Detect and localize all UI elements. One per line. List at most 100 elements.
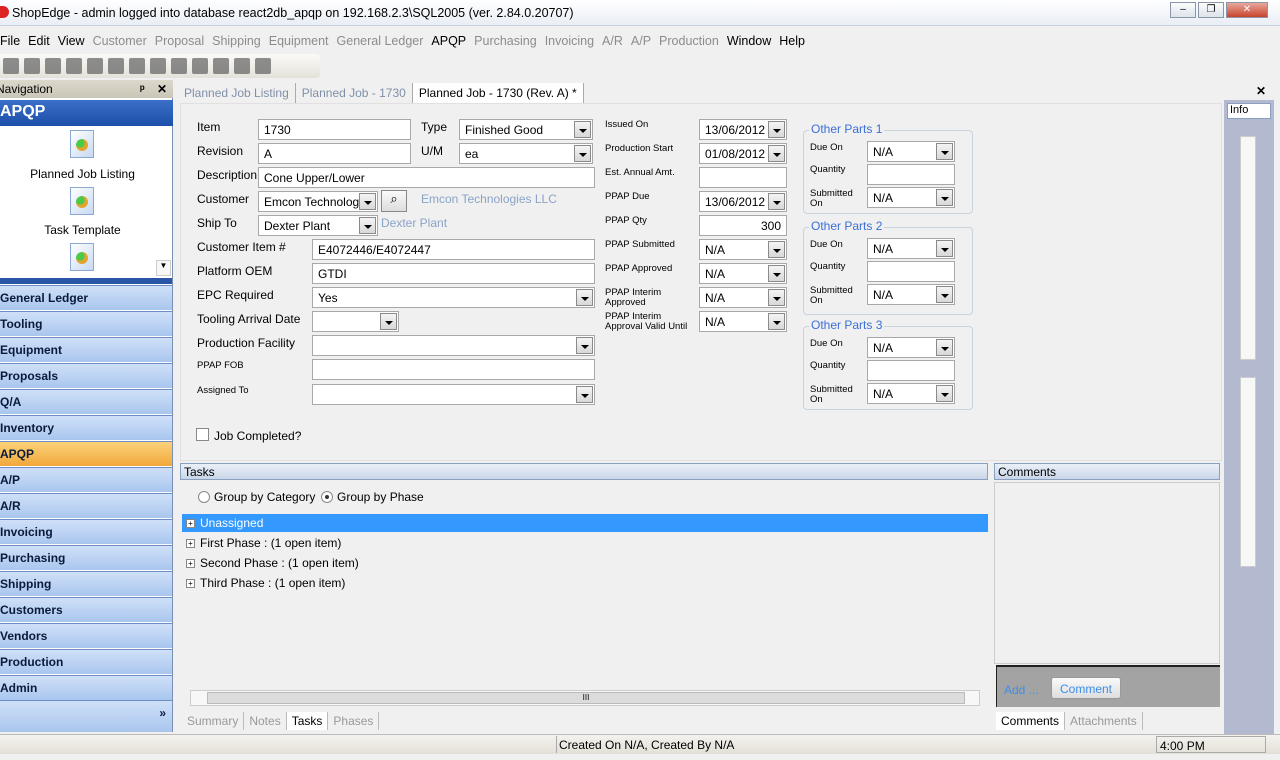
edit-icon[interactable] — [255, 58, 271, 74]
new-icon[interactable] — [3, 58, 19, 74]
type-chevron-down-icon[interactable] — [574, 121, 591, 138]
comments-tab-comments[interactable]: Comments — [996, 712, 1066, 730]
other-parts-3-submitted-on-dropdown[interactable]: N/A — [867, 383, 955, 404]
other-parts-2-due-on-chevron-down-icon[interactable] — [936, 240, 953, 257]
issued-on-dropdown[interactable]: 13/06/2012 — [699, 119, 787, 140]
nav-group-admin[interactable]: Admin — [0, 675, 172, 700]
customer-link[interactable]: Emcon Technologies LLC — [421, 192, 557, 206]
menu-a-r[interactable]: A/R — [598, 31, 627, 51]
customer-item-field[interactable]: E4072446/E4072447 — [312, 239, 595, 260]
nav-group-customers[interactable]: Customers — [0, 597, 172, 622]
expand-plus-icon[interactable]: + — [186, 579, 195, 588]
epc-required-dropdown[interactable]: Yes — [312, 287, 595, 308]
nav-item-icon[interactable] — [70, 243, 94, 271]
nav-group-q-a[interactable]: Q/A — [0, 389, 172, 414]
ship-to-link[interactable]: Dexter Plant — [381, 216, 447, 230]
tab-planned-job-1730[interactable]: Planned Job - 1730 — [296, 83, 413, 103]
job-completed-checkbox[interactable] — [196, 428, 209, 441]
menu-general-ledger[interactable]: General Ledger — [333, 31, 428, 51]
nav-group-a-r[interactable]: A/R — [0, 493, 172, 518]
other-parts-3-due-on-dropdown[interactable]: N/A — [867, 337, 955, 358]
menu-production[interactable]: Production — [655, 31, 723, 51]
tasks-tab-summary[interactable]: Summary — [182, 712, 245, 730]
task-template-icon[interactable] — [70, 187, 94, 215]
assigned-to-dropdown[interactable] — [312, 384, 595, 405]
group-by-phase-radio[interactable]: Group by Phase — [321, 490, 424, 504]
menu-window[interactable]: Window — [723, 31, 775, 51]
nav-group-a-p[interactable]: A/P — [0, 467, 172, 492]
production-facility-chevron-down-icon[interactable] — [576, 337, 593, 354]
ppap-qty-field[interactable]: 300 — [699, 215, 787, 236]
tasks-tab-tasks[interactable]: Tasks — [286, 712, 329, 730]
nav-scroll-down[interactable]: ▼ — [156, 260, 171, 276]
other-parts-1-quantity-field[interactable] — [867, 164, 955, 185]
nav-group-inventory[interactable]: Inventory — [0, 415, 172, 440]
menu-equipment[interactable]: Equipment — [265, 31, 333, 51]
task-row-unassigned[interactable]: + Unassigned — [182, 514, 988, 533]
restore-button[interactable]: ❐ — [1198, 2, 1224, 18]
info-tab[interactable]: Info — [1227, 103, 1271, 119]
ppap-submitted-dropdown[interactable]: N/A — [699, 239, 787, 260]
nav-group-production[interactable]: Production — [0, 649, 172, 674]
other-parts-1-submitted-on-dropdown[interactable]: N/A — [867, 187, 955, 208]
other-parts-1-due-on-chevron-down-icon[interactable] — [936, 143, 953, 160]
epc-required-chevron-down-icon[interactable] — [576, 289, 593, 306]
tooling-arrival-chevron-down-icon[interactable] — [380, 313, 397, 330]
ppap-interim-chevron-down-icon[interactable] — [768, 289, 785, 306]
paste-icon[interactable] — [150, 58, 166, 74]
nav-splitter[interactable] — [0, 278, 172, 284]
ppap-interim-valid-chevron-down-icon[interactable] — [768, 313, 785, 330]
production-facility-dropdown[interactable] — [312, 335, 595, 356]
tooling-arrival-dropdown[interactable] — [312, 311, 399, 332]
ppap-due-dropdown[interactable]: 13/06/2012 — [699, 191, 787, 212]
task-row-second-phase-1-open-item[interactable]: + Second Phase : (1 open item) — [182, 554, 988, 573]
nav-group-proposals[interactable]: Proposals — [0, 363, 172, 388]
add-comment-link[interactable]: Add ... — [1004, 683, 1039, 697]
nav-group-apqp[interactable]: APQP — [0, 441, 172, 466]
revision-field[interactable]: A — [258, 143, 411, 164]
other-parts-1-submitted-on-chevron-down-icon[interactable] — [936, 189, 953, 206]
nav-group-invoicing[interactable]: Invoicing — [0, 519, 172, 544]
close-document-button[interactable]: ✕ — [1256, 84, 1266, 98]
other-parts-3-submitted-on-chevron-down-icon[interactable] — [936, 385, 953, 402]
menu-customer[interactable]: Customer — [89, 31, 151, 51]
minimize-button[interactable]: ‒ — [1170, 2, 1196, 18]
menu-help[interactable]: Help — [775, 31, 809, 51]
menu-proposal[interactable]: Proposal — [151, 31, 208, 51]
tasks-tab-notes[interactable]: Notes — [244, 712, 287, 730]
menu-apqp[interactable]: APQP — [427, 31, 470, 51]
export-icon[interactable] — [213, 58, 229, 74]
um-chevron-down-icon[interactable] — [574, 145, 591, 162]
ppap-interim-valid-dropdown[interactable]: N/A — [699, 311, 787, 332]
menu-view[interactable]: View — [54, 31, 89, 51]
other-parts-2-due-on-dropdown[interactable]: N/A — [867, 238, 955, 259]
expand-plus-icon[interactable]: + — [186, 539, 195, 548]
ppap-approved-dropdown[interactable]: N/A — [699, 263, 787, 284]
cut-icon[interactable] — [108, 58, 124, 74]
other-parts-2-submitted-on-chevron-down-icon[interactable] — [936, 286, 953, 303]
est-annual-field[interactable] — [699, 167, 787, 188]
other-parts-1-due-on-dropdown[interactable]: N/A — [867, 141, 955, 162]
other-parts-3-quantity-field[interactable] — [867, 360, 955, 381]
um-dropdown[interactable]: ea — [459, 143, 593, 164]
nav-group-vendors[interactable]: Vendors — [0, 623, 172, 648]
assigned-to-chevron-down-icon[interactable] — [576, 386, 593, 403]
type-dropdown[interactable]: Finished Good — [459, 119, 593, 140]
ship-to-dropdown[interactable]: Dexter Plant — [258, 215, 378, 236]
ppap-approved-chevron-down-icon[interactable] — [768, 265, 785, 282]
expand-plus-icon[interactable]: + — [186, 519, 195, 528]
find-customer-binoculars-icon[interactable]: ⌕ — [381, 190, 407, 212]
ppap-due-chevron-down-icon[interactable] — [768, 193, 785, 210]
close-window-button[interactable]: ✕ — [1226, 2, 1268, 18]
group-by-category-radio[interactable]: Group by Category — [198, 490, 315, 504]
production-start-dropdown[interactable]: 01/08/2012 — [699, 143, 787, 164]
save-icon[interactable] — [24, 58, 40, 74]
info-scrollbar-2[interactable] — [1240, 377, 1256, 567]
expand-plus-icon[interactable]: + — [186, 559, 195, 568]
nav-group-purchasing[interactable]: Purchasing — [0, 545, 172, 570]
task-row-first-phase-1-open-item[interactable]: + First Phase : (1 open item) — [182, 534, 988, 553]
nav-more-button[interactable]: » — [0, 700, 172, 732]
menu-purchasing[interactable]: Purchasing — [470, 31, 541, 51]
nav-group-equipment[interactable]: Equipment — [0, 337, 172, 362]
planned-job-listing-icon[interactable] — [70, 130, 94, 158]
